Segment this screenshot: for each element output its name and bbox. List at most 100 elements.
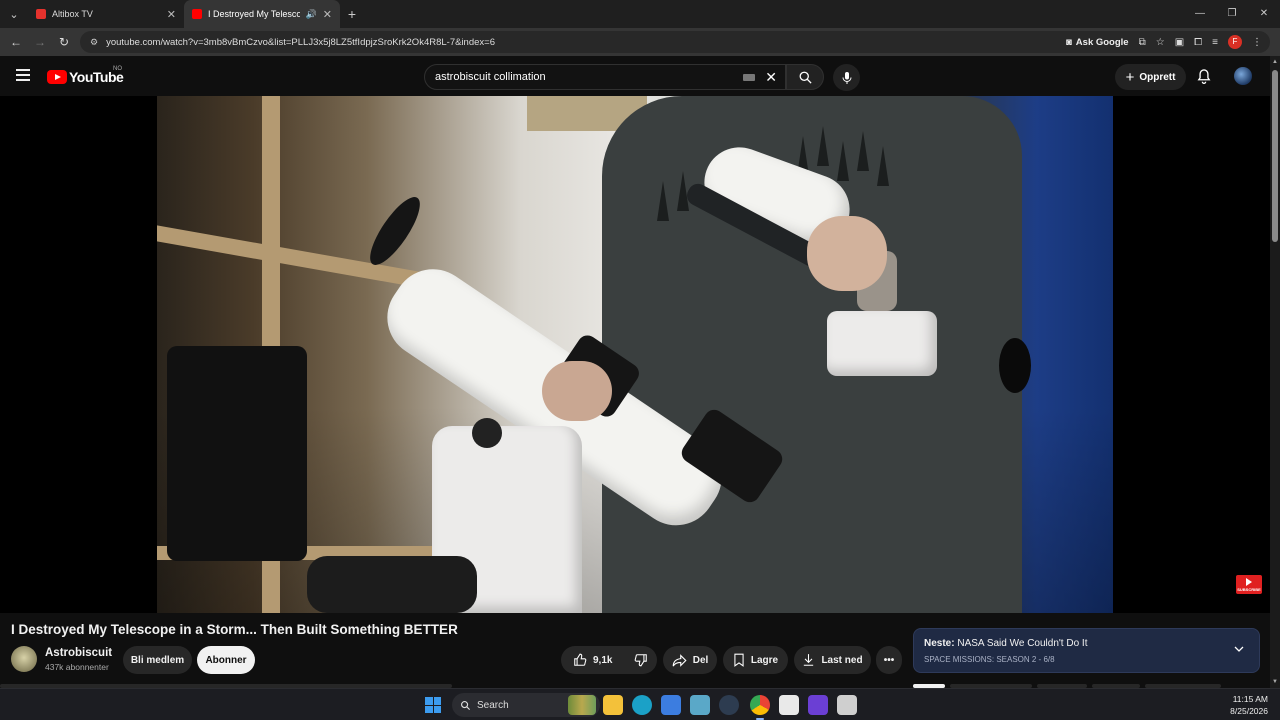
tree-print xyxy=(817,126,829,166)
browser-tab-strip: ⌄ Altibox TV ✕ I Destroyed My Telescope … xyxy=(0,0,1280,28)
edge-browser-icon[interactable] xyxy=(632,695,652,715)
download-button[interactable]: Last ned xyxy=(794,646,871,674)
windows-taskbar: Search 11:15 AM 8/25/2026 xyxy=(0,688,1280,720)
taskbar-search[interactable]: Search xyxy=(452,693,600,717)
store-app-icon[interactable] xyxy=(661,695,681,715)
tree-print xyxy=(837,141,849,181)
search-input[interactable]: astrobiscuit collimation ✕ xyxy=(424,64,786,90)
browser-menu-icon[interactable]: ⋮ xyxy=(1252,37,1262,48)
notepad-icon[interactable] xyxy=(779,695,799,715)
channel-name[interactable]: Astrobiscuit xyxy=(45,647,112,659)
region-code: NO xyxy=(113,66,122,72)
reload-icon[interactable]: ↻ xyxy=(52,35,76,49)
youtube-play-logo-icon xyxy=(47,70,67,84)
back-arrow-icon[interactable]: ← xyxy=(4,35,28,49)
cast-icon[interactable]: ⧉ xyxy=(1139,37,1146,48)
omnibox-actions: ◙ Ask Google ⧉ ☆ ▣ ⧠ ≡ F ⋮ xyxy=(1066,31,1262,53)
site-info-icon[interactable]: ⚙ xyxy=(90,37,98,48)
tab-close-icon[interactable]: ✕ xyxy=(323,8,332,21)
close-window-button[interactable]: ✕ xyxy=(1248,0,1280,28)
tab-close-icon[interactable]: ✕ xyxy=(167,8,176,21)
curtain-porthole xyxy=(999,338,1031,393)
like-count: 9,1k xyxy=(593,654,613,666)
notifications-button[interactable] xyxy=(1196,68,1212,90)
chevron-down-icon[interactable] xyxy=(1233,643,1245,655)
search-query-text[interactable]: astrobiscuit collimation xyxy=(435,71,743,83)
video-frame[interactable] xyxy=(157,96,1113,613)
join-membership-button[interactable]: Bli medlem xyxy=(123,646,192,674)
save-button[interactable]: Lagre xyxy=(723,646,788,674)
like-button[interactable]: 9,1k xyxy=(561,646,622,674)
ask-google-label: Ask Google xyxy=(1075,36,1129,48)
focuser-body xyxy=(827,311,937,376)
playlist-name: SPACE MISSIONS: SEASON 2 - 6/8 xyxy=(924,655,1055,664)
snipping-tool-icon[interactable] xyxy=(690,695,710,715)
thumbs-up-icon xyxy=(574,653,587,666)
tab-title: I Destroyed My Telescope in xyxy=(208,9,300,19)
system-clock[interactable]: 11:15 AM 8/25/2026 xyxy=(1230,693,1268,717)
watermark-label: SUBSCRIBE xyxy=(1237,586,1261,592)
tree-print xyxy=(877,146,889,186)
download-label: Last ned xyxy=(821,654,863,666)
guide-menu-icon[interactable] xyxy=(16,69,30,81)
extensions-puzzle-icon[interactable]: ⧠ xyxy=(1194,37,1202,48)
minimize-button[interactable]: — xyxy=(1184,0,1216,28)
new-tab-button[interactable]: + xyxy=(340,6,364,22)
subscribe-watermark[interactable]: SUBSCRIBE xyxy=(1236,575,1262,594)
channel-avatar[interactable] xyxy=(11,646,37,672)
black-case xyxy=(167,346,307,561)
profile-avatar[interactable]: F xyxy=(1228,35,1242,49)
page-scrollbar[interactable]: ▲ ▼ xyxy=(1270,56,1280,688)
search-icon xyxy=(461,700,471,710)
thumbs-down-icon xyxy=(635,654,648,667)
hand-left xyxy=(542,361,612,421)
bookmark-icon xyxy=(734,653,744,667)
dislike-button[interactable] xyxy=(622,646,658,674)
telescope-dew-cap-rim xyxy=(361,190,429,272)
forward-arrow-icon[interactable]: → xyxy=(28,35,52,49)
subscriber-count: 437k abonnenter xyxy=(45,662,109,672)
taskbar-search-label: Search xyxy=(477,699,509,711)
more-actions-button[interactable]: ••• xyxy=(876,646,902,674)
address-bar[interactable]: ⚙ youtube.com/watch?v=3mb8vBmCzvo&list=P… xyxy=(80,31,1270,53)
tree-print xyxy=(857,131,869,171)
media-controls-icon[interactable]: ≡ xyxy=(1212,37,1218,48)
share-button[interactable]: Del xyxy=(663,646,717,674)
create-label: Opprett xyxy=(1139,71,1176,83)
clear-search-icon[interactable]: ✕ xyxy=(765,69,777,86)
keyboard-icon[interactable] xyxy=(743,73,756,81)
printer-app-icon[interactable] xyxy=(837,695,857,715)
create-button[interactable]: + Opprett xyxy=(1115,64,1186,90)
hand-right xyxy=(807,216,887,291)
youtube-header: YouTube NO astrobiscuit collimation ✕ + … xyxy=(0,56,1270,96)
layers-app-icon[interactable] xyxy=(808,695,828,715)
bookmark-star-icon[interactable]: ☆ xyxy=(1156,37,1165,48)
chrome-icon[interactable] xyxy=(750,695,770,720)
search-icon xyxy=(799,71,812,84)
tab-youtube-video[interactable]: I Destroyed My Telescope in 🔊 ✕ xyxy=(184,0,340,28)
tab-search-chevron-icon[interactable]: ⌄ xyxy=(0,0,28,28)
windows-start-icon[interactable] xyxy=(425,697,441,713)
scrollbar-thumb[interactable] xyxy=(1272,70,1278,242)
file-explorer-icon[interactable] xyxy=(603,695,623,715)
voice-search-button[interactable] xyxy=(833,64,860,91)
subscribe-button[interactable]: Abonner xyxy=(197,646,255,674)
search-button[interactable] xyxy=(786,64,824,90)
ask-google-button[interactable]: ◙ Ask Google xyxy=(1066,37,1129,48)
altibox-favicon-icon xyxy=(36,9,46,19)
share-label: Del xyxy=(692,654,709,666)
download-icon xyxy=(804,654,814,666)
up-next-card[interactable]: Neste: NASA Said We Couldn't Do It SPACE… xyxy=(913,628,1260,673)
scroll-up-arrow-icon[interactable]: ▲ xyxy=(1272,59,1278,65)
maximize-button[interactable]: ❐ xyxy=(1216,0,1248,28)
audio-playing-icon[interactable]: 🔊 xyxy=(306,9,317,20)
tab-title: Altibox TV xyxy=(52,9,93,19)
tab-groups-icon[interactable]: ▣ xyxy=(1175,37,1184,48)
steam-icon[interactable] xyxy=(719,695,739,715)
account-avatar[interactable] xyxy=(1234,67,1252,85)
url-text[interactable]: youtube.com/watch?v=3mb8vBmCzvo&list=PLL… xyxy=(106,37,495,48)
youtube-logo[interactable]: YouTube xyxy=(47,69,124,85)
tab-altibox[interactable]: Altibox TV ✕ xyxy=(28,0,184,28)
microphone-icon xyxy=(842,71,851,84)
scroll-down-arrow-icon[interactable]: ▼ xyxy=(1272,679,1278,685)
